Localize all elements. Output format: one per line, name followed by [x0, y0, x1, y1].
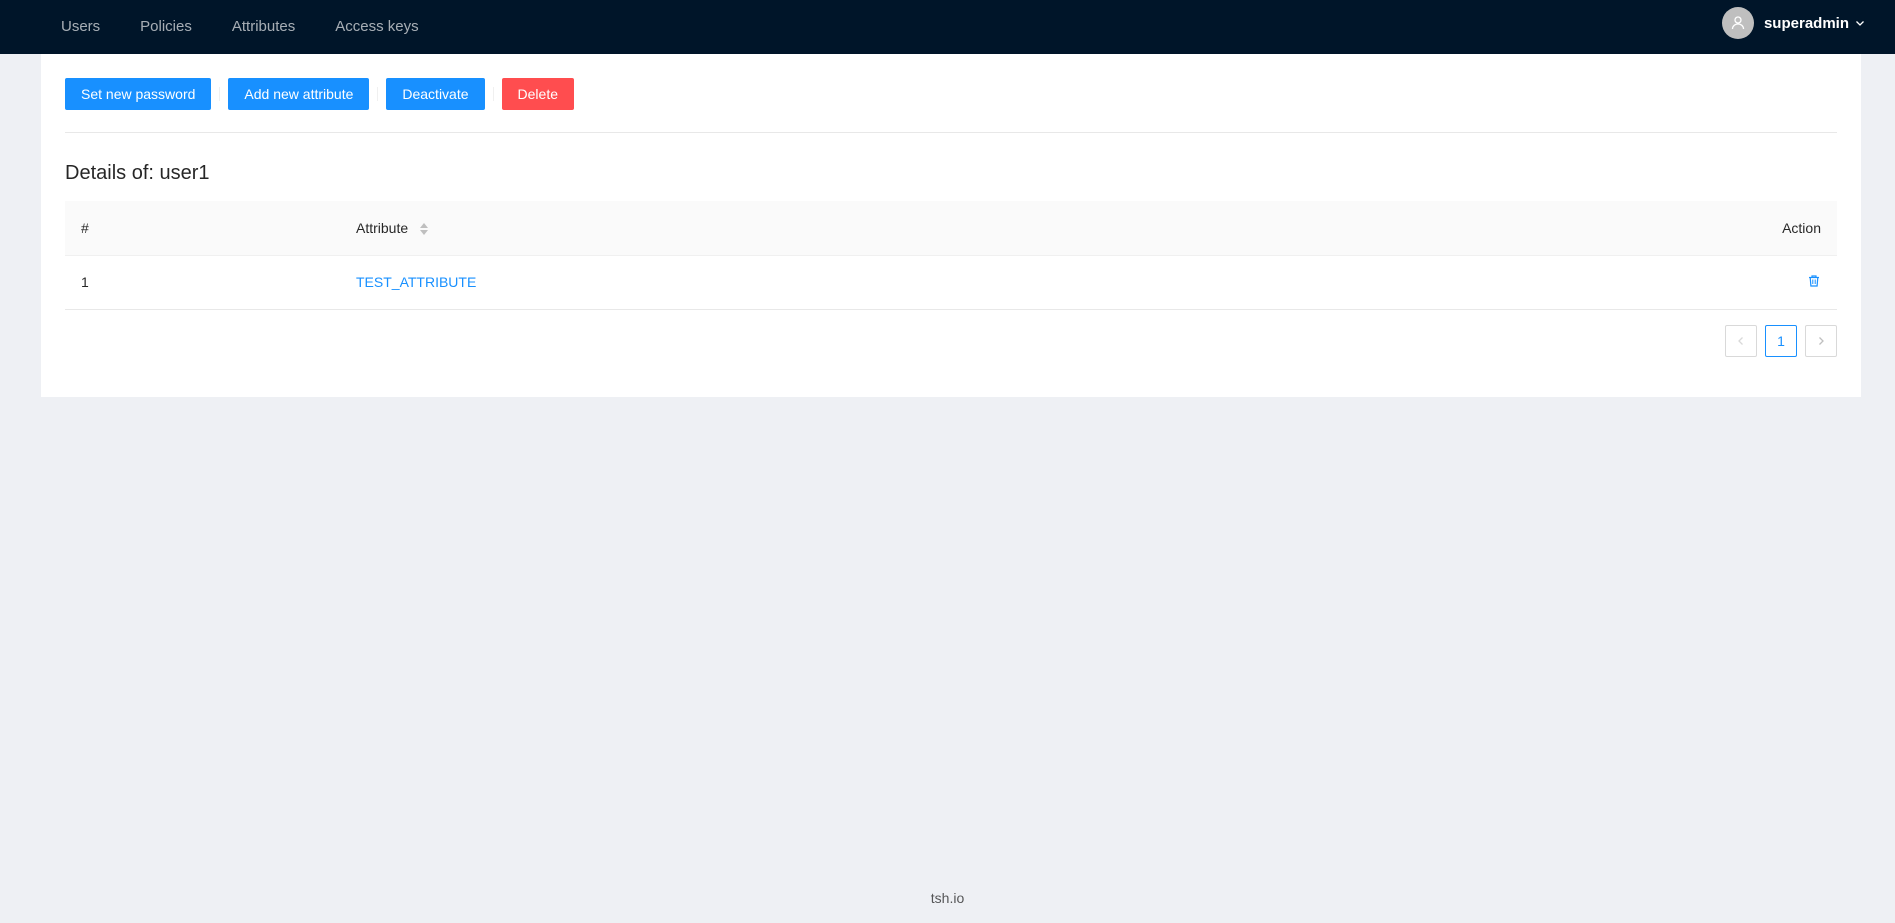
page-title: Details of: user1: [65, 162, 210, 184]
action-toolbar: Set new password Add new attribute Deact…: [65, 78, 574, 110]
divider: [65, 132, 1837, 133]
pagination-page-1[interactable]: 1: [1765, 325, 1797, 357]
column-header-number: #: [65, 201, 340, 256]
nav-item-policies[interactable]: Policies: [120, 5, 212, 49]
column-header-action: Action: [1361, 201, 1837, 256]
column-header-action-label: Action: [1782, 219, 1821, 236]
pagination-prev-button[interactable]: [1725, 325, 1757, 357]
footer-text: tsh.io: [930, 890, 965, 906]
trash-icon[interactable]: [1807, 274, 1821, 291]
nav-item-access-keys[interactable]: Access keys: [315, 5, 438, 49]
top-navigation-bar: Users Policies Attributes Access keys su…: [0, 0, 1895, 54]
sort-icon[interactable]: [420, 223, 429, 236]
table-header-row: # Attribute Action: [65, 201, 1837, 256]
column-header-attribute-label: Attribute: [356, 219, 409, 236]
pagination: 1: [1717, 325, 1837, 357]
deactivate-button[interactable]: Deactivate: [386, 78, 485, 110]
column-header-number-label: #: [81, 219, 89, 236]
row-number: 1: [65, 255, 340, 310]
set-new-password-button[interactable]: Set new password: [65, 78, 212, 110]
nav-item-users[interactable]: Users: [41, 5, 120, 49]
toolbar-separator: [219, 87, 221, 101]
table-row: 1 TEST_ATTRIBUTE: [65, 255, 1837, 310]
toolbar-separator: [377, 87, 379, 101]
avatar: [1721, 7, 1754, 39]
add-new-attribute-button[interactable]: Add new attribute: [228, 78, 370, 110]
main-nav: Users Policies Attributes Access keys: [41, 5, 439, 49]
username: superadmin: [1763, 14, 1849, 32]
toolbar-separator: [492, 87, 494, 101]
chevron-left-icon: [1738, 337, 1743, 345]
column-header-attribute[interactable]: Attribute: [340, 201, 1362, 256]
attributes-table: # Attribute Action 1 TEST_ATTRIBUTE: [65, 201, 1837, 310]
nav-item-attributes[interactable]: Attributes: [212, 5, 315, 49]
attribute-link[interactable]: TEST_ATTRIBUTE: [356, 274, 476, 290]
pagination-next-button[interactable]: [1805, 325, 1837, 357]
user-details-card: Set new password Add new attribute Deact…: [41, 54, 1861, 397]
chevron-right-icon: [1819, 337, 1824, 345]
chevron-down-icon: [1855, 18, 1865, 28]
user-menu[interactable]: superadmin: [1721, 7, 1865, 39]
delete-button[interactable]: Delete: [501, 78, 574, 110]
user-icon: [1731, 16, 1745, 30]
